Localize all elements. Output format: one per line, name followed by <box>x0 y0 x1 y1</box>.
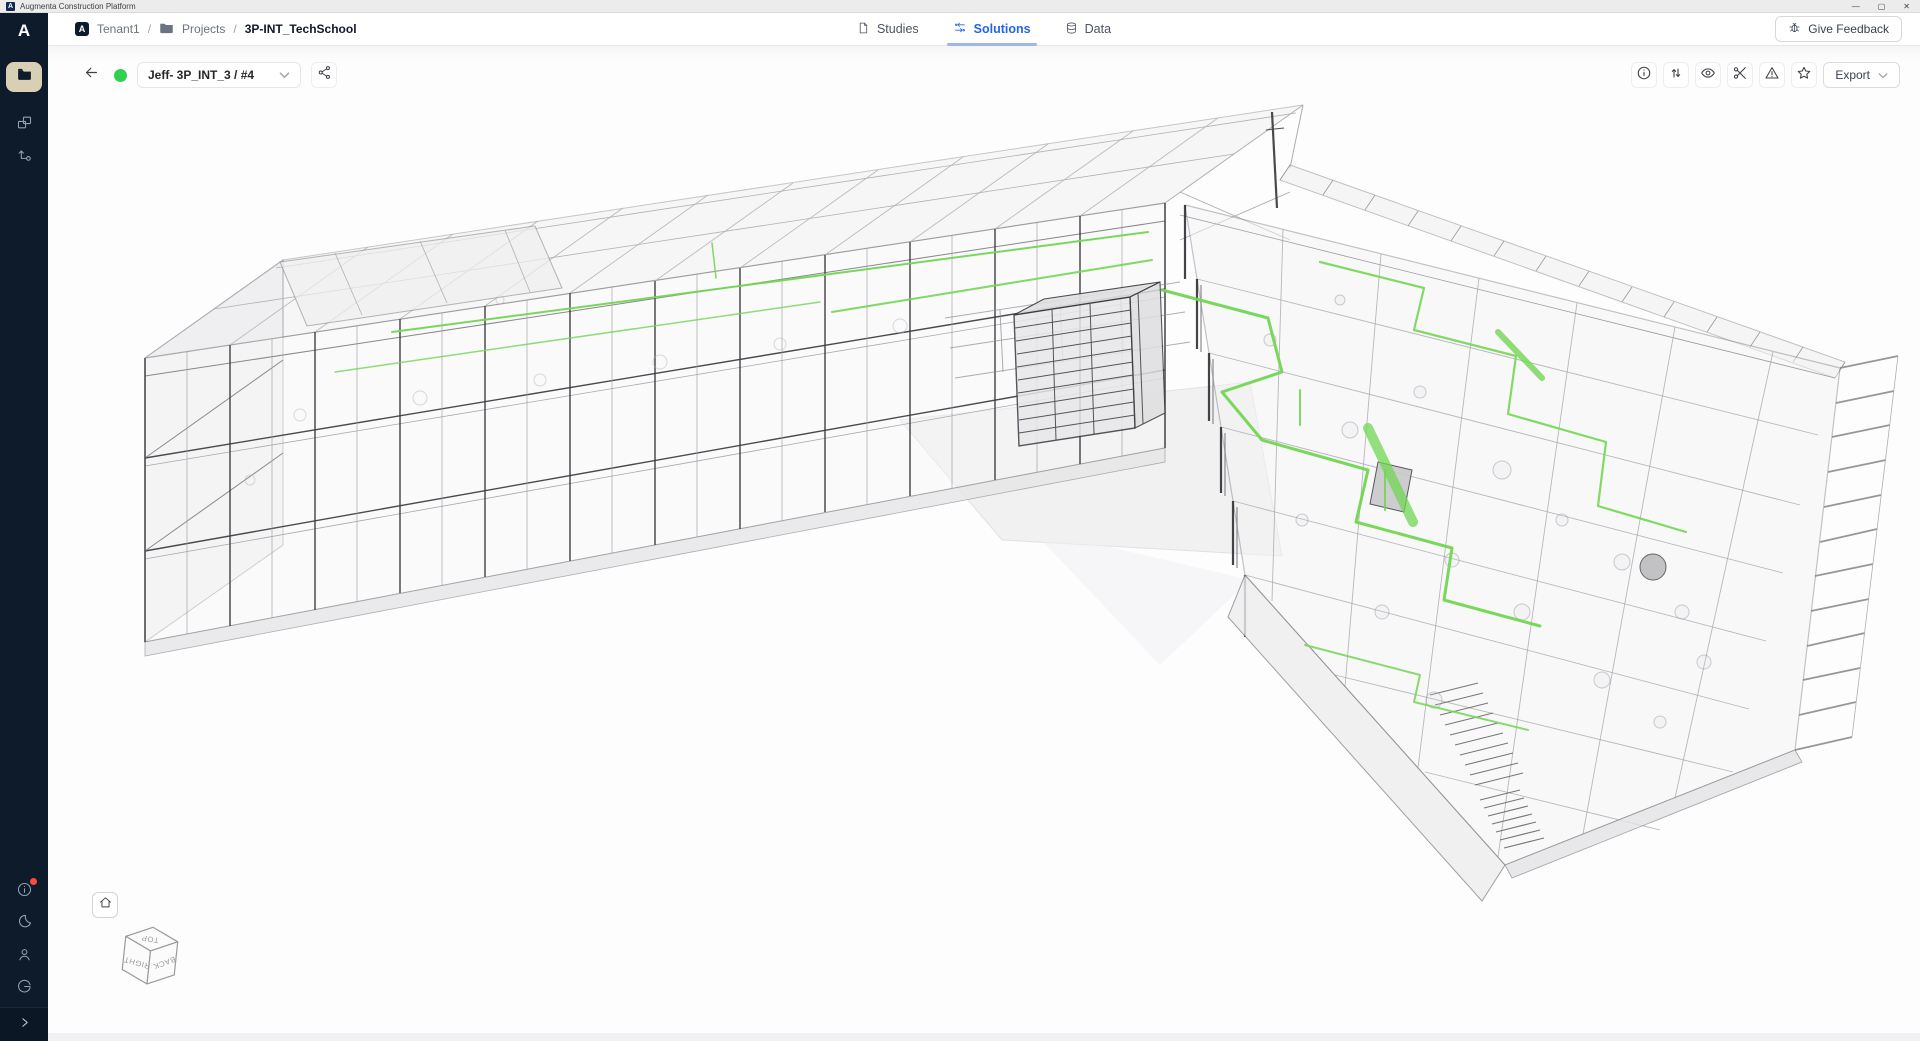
home-view-button[interactable] <box>92 892 118 918</box>
info-button[interactable] <box>1631 62 1657 88</box>
tab-solutions[interactable]: Solutions <box>951 13 1033 46</box>
tab-label: Data <box>1085 22 1111 36</box>
tab-label: Solutions <box>974 22 1031 36</box>
share-icon <box>317 65 332 85</box>
database-icon <box>1065 21 1078 38</box>
chevron-down-icon <box>279 68 290 82</box>
model-selector-label: Jeff- 3P_INT_3 / #4 <box>148 68 254 82</box>
folder-icon <box>16 66 33 88</box>
tab-data[interactable]: Data <box>1063 13 1113 46</box>
solutions-routes-icon <box>953 21 967 37</box>
sidebar-item-theme[interactable] <box>6 909 42 939</box>
export-button[interactable]: Export <box>1823 62 1900 88</box>
folder-icon <box>159 21 174 37</box>
issues-button[interactable] <box>1759 62 1785 88</box>
document-icon <box>857 21 870 38</box>
bug-icon <box>1788 21 1801 37</box>
breadcrumb: A Tenant1 / Projects / 3P-INT_TechSchool <box>75 21 357 37</box>
share-button[interactable] <box>311 62 337 88</box>
flow-route-icon <box>16 146 33 168</box>
viewport-3d[interactable]: Jeff- 3P_INT_3 / #4 Export <box>48 46 1920 1041</box>
sidebar-item-blocks[interactable] <box>6 110 42 140</box>
info-icon <box>16 881 33 903</box>
feedback-label: Give Feedback <box>1808 22 1889 36</box>
measure-icon <box>1668 65 1684 86</box>
app-icon: A <box>6 2 15 11</box>
info-circle-icon <box>1636 65 1652 86</box>
user-icon <box>16 946 33 968</box>
viewer-toolbar-left: Jeff- 3P_INT_3 / #4 <box>78 62 337 88</box>
breadcrumb-separator: / <box>233 22 236 36</box>
tab-studies[interactable]: Studies <box>855 13 921 46</box>
close-button[interactable]: ✕ <box>1903 0 1910 13</box>
notification-badge <box>30 878 37 885</box>
building-model <box>48 46 1920 1041</box>
eye-icon <box>1700 65 1716 86</box>
view-cube[interactable]: TOP RIGHT BACK <box>110 920 190 996</box>
breadcrumb-projects[interactable]: Projects <box>182 22 225 36</box>
breadcrumb-separator: / <box>148 22 151 36</box>
model-selector-dropdown[interactable]: Jeff- 3P_INT_3 / #4 <box>137 62 301 88</box>
favorite-button[interactable] <box>1791 62 1817 88</box>
window-title: Augmenta Construction Platform <box>20 2 136 11</box>
gauge-icon <box>16 978 33 1000</box>
moon-icon <box>16 913 33 935</box>
sidebar-item-account[interactable] <box>6 942 42 972</box>
breadcrumb-current-project: 3P-INT_TechSchool <box>245 22 357 36</box>
scissors-icon <box>1732 65 1748 86</box>
canvas-bottom-strip <box>48 1033 1920 1041</box>
export-label: Export <box>1835 68 1870 82</box>
window-titlebar: A Augmenta Construction Platform — ▢ ✕ <box>0 0 1920 13</box>
chevron-down-icon <box>1878 68 1888 82</box>
section-cut-button[interactable] <box>1727 62 1753 88</box>
back-button[interactable] <box>78 62 104 88</box>
warning-triangle-icon <box>1764 65 1780 86</box>
tenant-logo-icon: A <box>75 22 89 36</box>
main-tabs: Studies Solutions Data <box>855 13 1113 46</box>
chevron-right-icon <box>18 1016 31 1034</box>
sidebar-item-notifications[interactable] <box>6 877 42 907</box>
breadcrumb-tenant[interactable]: Tenant1 <box>97 22 140 36</box>
blocks-icon <box>16 114 33 136</box>
viewer-toolbar-right: Export <box>1631 62 1900 88</box>
give-feedback-button[interactable]: Give Feedback <box>1775 16 1902 42</box>
arrow-left-icon <box>83 64 100 86</box>
home-icon <box>98 895 113 915</box>
brand-logo: A <box>0 21 48 41</box>
building-stair-core <box>1014 282 1165 446</box>
building-right-wing <box>1180 165 1898 901</box>
status-indicator <box>114 69 127 82</box>
minimize-button[interactable]: — <box>1852 0 1860 13</box>
sidebar-expand-button[interactable] <box>0 1007 48 1041</box>
measure-button[interactable] <box>1663 62 1689 88</box>
star-icon <box>1796 65 1812 86</box>
sidebar-item-status[interactable] <box>6 974 42 1004</box>
sidebar-item-projects[interactable] <box>6 62 42 92</box>
maximize-button[interactable]: ▢ <box>1878 0 1886 13</box>
sidebar: A <box>0 13 48 1041</box>
sidebar-item-flow[interactable] <box>6 142 42 172</box>
tab-label: Studies <box>877 22 919 36</box>
top-navbar: A Tenant1 / Projects / 3P-INT_TechSchool… <box>48 13 1920 46</box>
visibility-button[interactable] <box>1695 62 1721 88</box>
